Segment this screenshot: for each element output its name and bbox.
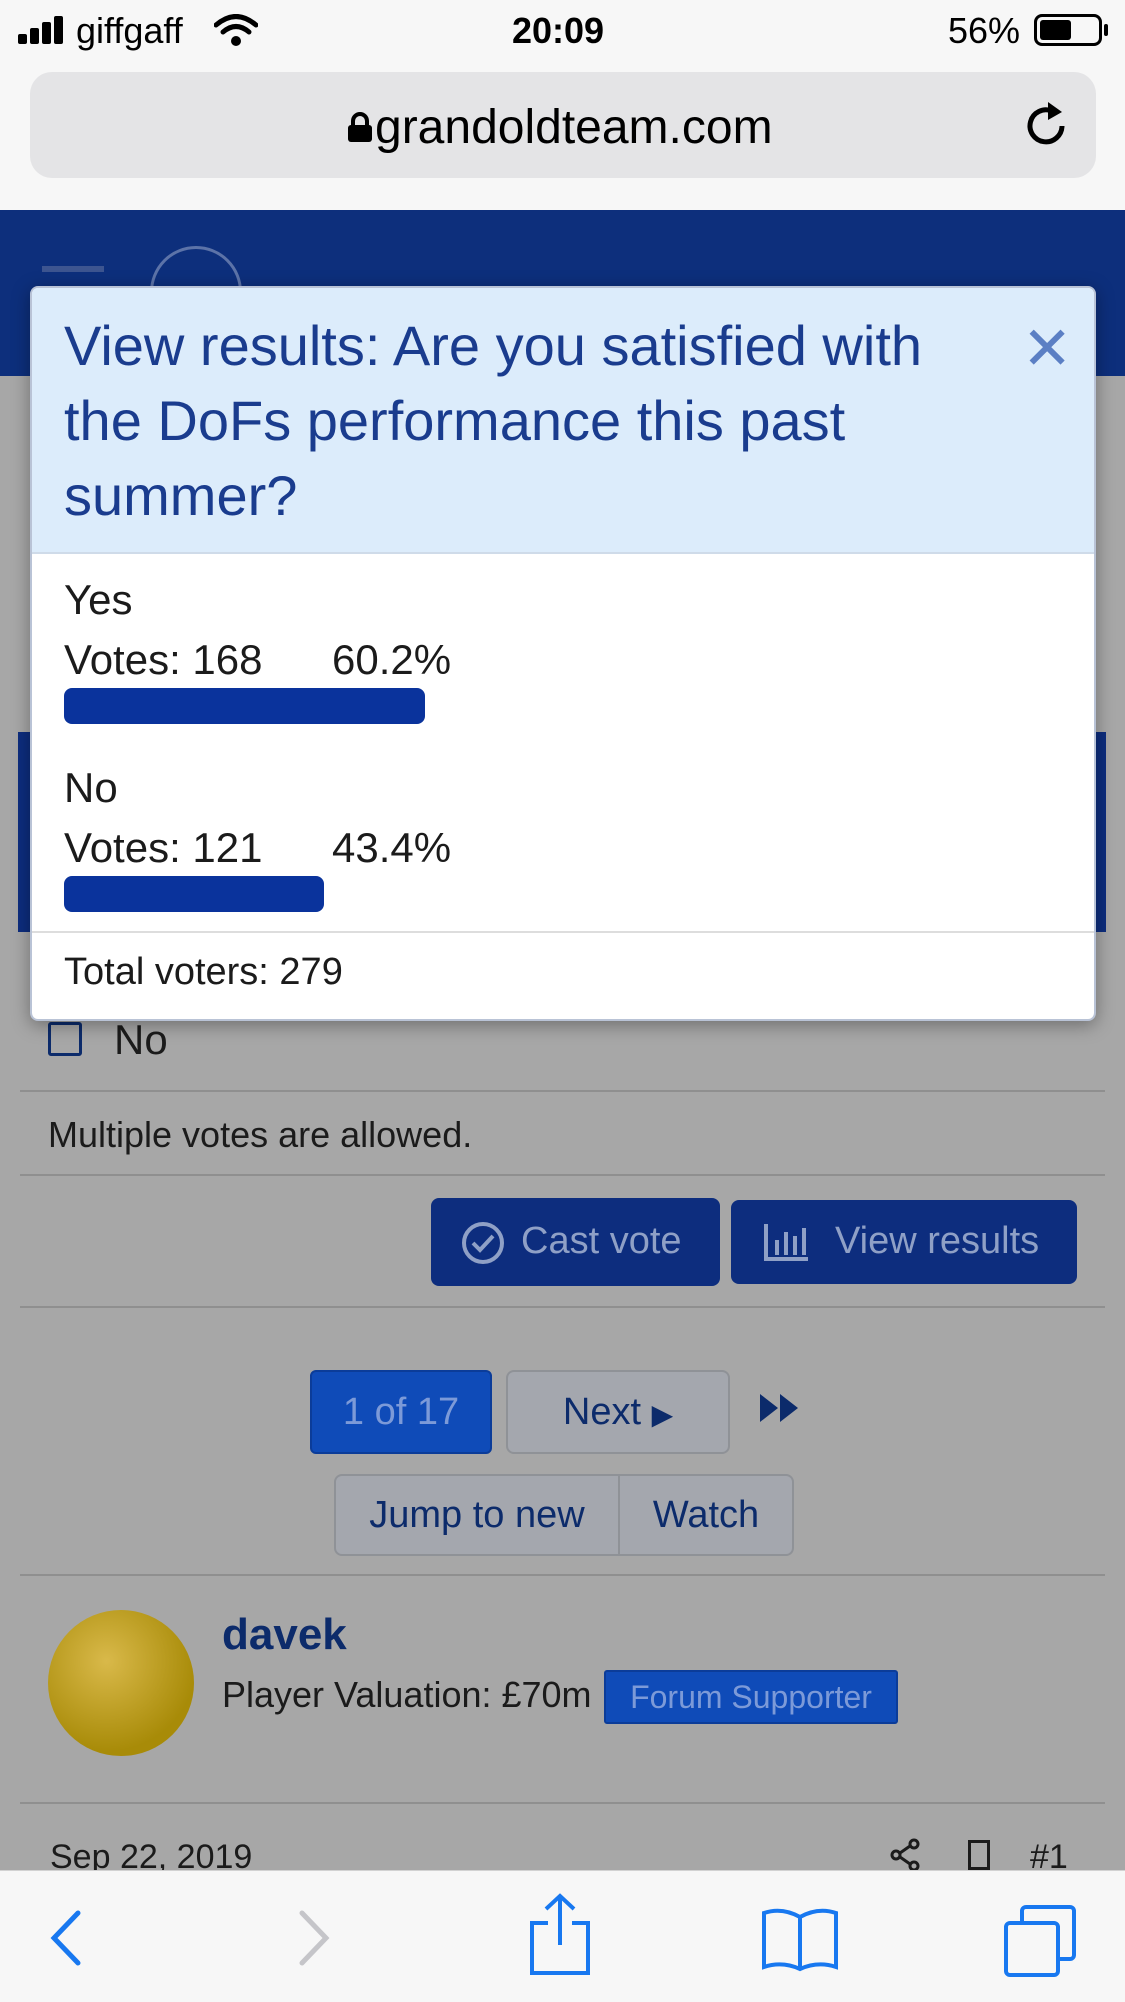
- jump-to-new-button[interactable]: Jump to new: [334, 1474, 620, 1556]
- clock: 20:09: [512, 10, 605, 51]
- modal-header: View results: Are you satisfied with the…: [32, 288, 1094, 554]
- multiple-votes-note: Multiple votes are allowed.: [48, 1114, 473, 1155]
- next-page-button[interactable]: Next ▶: [506, 1370, 730, 1454]
- close-icon[interactable]: ✕: [1022, 314, 1072, 384]
- menu-icon[interactable]: [42, 266, 104, 272]
- modal-title: View results: Are you satisfied with the…: [64, 314, 923, 527]
- checkbox-no[interactable]: [48, 1022, 82, 1056]
- divider: [20, 1802, 1105, 1804]
- reload-icon[interactable]: [1022, 100, 1072, 152]
- view-results-button[interactable]: View results: [731, 1200, 1077, 1284]
- option-no-votes: Votes: 121: [64, 824, 263, 871]
- page-current[interactable]: 1 of 17: [310, 1370, 492, 1454]
- modal-footer: Total voters: 279: [32, 931, 1094, 1019]
- poll-option-no-label: No: [114, 1016, 168, 1063]
- carrier-name: giffgaff: [76, 10, 183, 51]
- fast-forward-icon[interactable]: [758, 1392, 802, 1424]
- total-voters: Total voters: 279: [64, 951, 343, 993]
- watch-button[interactable]: Watch: [618, 1474, 794, 1556]
- option-yes-bar: [64, 688, 425, 724]
- browser-toolbar: [0, 1870, 1125, 2002]
- battery-tip: [1104, 24, 1108, 36]
- back-icon[interactable]: [48, 1909, 82, 1967]
- bookmark-icon[interactable]: [968, 1840, 990, 1870]
- player-valuation: Player Valuation: £70m: [222, 1674, 592, 1715]
- divider: [20, 1174, 1105, 1176]
- status-bar: giffgaff 20:09 56%: [0, 0, 1125, 62]
- forward-icon[interactable]: [298, 1909, 332, 1967]
- battery-percent: 56%: [948, 10, 1021, 51]
- bookmarks-icon[interactable]: [760, 1907, 840, 1973]
- option-no-bar: [64, 876, 324, 912]
- divider: [20, 1090, 1105, 1092]
- divider: [20, 1574, 1105, 1576]
- forum-supporter-badge: Forum Supporter: [604, 1670, 898, 1724]
- divider: [20, 1306, 1105, 1308]
- check-circle-icon: [462, 1222, 504, 1264]
- option-yes-percent: 60.2%: [332, 636, 452, 683]
- signal-icon: [18, 16, 68, 44]
- caret-right-icon: ▶: [651, 1399, 674, 1430]
- share-sheet-icon[interactable]: [528, 1893, 592, 1977]
- tabs-icon[interactable]: [1002, 1903, 1078, 1979]
- post-number[interactable]: #1: [1030, 1838, 1068, 1870]
- cast-vote-button[interactable]: Cast vote: [431, 1198, 720, 1286]
- bar-chart-icon: [764, 1224, 808, 1261]
- post-date[interactable]: Sep 22, 2019: [50, 1838, 252, 1870]
- option-yes-label: Yes: [64, 576, 133, 623]
- post-username[interactable]: davek: [222, 1610, 347, 1660]
- url-text: grandoldteam.com: [375, 101, 773, 154]
- option-no-label: No: [64, 764, 118, 811]
- avatar[interactable]: [48, 1610, 194, 1756]
- option-yes-votes: Votes: 168: [64, 636, 263, 683]
- address-bar[interactable]: grandoldteam.com: [30, 72, 1096, 178]
- poll-results-modal: View results: Are you satisfied with the…: [30, 286, 1096, 1021]
- battery-icon: [1034, 14, 1102, 46]
- share-icon[interactable]: [888, 1838, 922, 1870]
- wifi-icon: [214, 14, 258, 46]
- lock-icon: [348, 112, 372, 142]
- option-no-percent: 43.4%: [332, 824, 452, 871]
